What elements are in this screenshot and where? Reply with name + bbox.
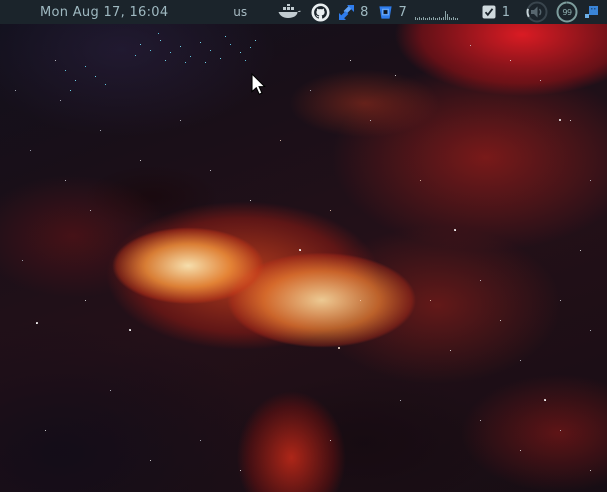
clock[interactable]: Mon Aug 17, 16:04 <box>40 5 168 20</box>
blue-squares-icon <box>585 6 598 18</box>
cpu-graph-bar <box>432 16 434 20</box>
cpu-graph-bar <box>450 17 452 20</box>
cpu-graph-bar <box>452 16 454 20</box>
volume-indicator[interactable] <box>526 1 548 23</box>
bitbucket-bucket-icon <box>379 5 393 19</box>
tasks-tray-item[interactable]: 1 <box>481 4 510 20</box>
status-bar-right-cluster: us 8 7 1 99 <box>233 1 603 23</box>
speaker-icon <box>531 6 542 18</box>
cpu-graph-bar <box>424 17 426 20</box>
desktop-wallpaper-red-nebula <box>0 0 607 492</box>
github-octocat-icon <box>311 2 330 22</box>
cpu-graph-bar <box>440 17 442 20</box>
cpu-graph-bar <box>430 17 432 20</box>
cpu-graph-bar <box>426 17 428 20</box>
top-status-bar: Mon Aug 17, 16:04 us 8 7 1 99 <box>0 0 607 24</box>
cpu-graph-bar <box>428 16 430 20</box>
cpu-graph-bar <box>422 16 424 20</box>
cpu-graph[interactable] <box>414 10 471 20</box>
cpu-graph-bar <box>456 17 458 20</box>
cpu-graph-bar <box>420 17 422 20</box>
cpu-graph-bar <box>436 17 438 20</box>
cpu-graph-bar <box>454 17 456 20</box>
bitbucket-count: 7 <box>398 4 407 20</box>
battery-percent: 99 <box>562 7 572 17</box>
github-tray-item[interactable] <box>311 2 330 22</box>
battery-indicator[interactable]: 99 <box>556 1 578 23</box>
checkbox-checked-icon <box>482 5 496 19</box>
jira-tray-item[interactable]: 8 <box>338 4 368 21</box>
keyboard-layout-indicator[interactable]: us <box>233 5 247 19</box>
docker-tray-item[interactable] <box>277 4 302 20</box>
tasks-count: 1 <box>501 4 510 20</box>
tray-app-item[interactable] <box>584 4 599 20</box>
cpu-graph-bar <box>416 17 418 20</box>
cpu-graph-bar <box>434 17 436 20</box>
jira-count: 8 <box>360 4 369 20</box>
docker-whale-icon <box>278 4 302 18</box>
bitbucket-tray-item[interactable]: 7 <box>378 4 407 20</box>
cpu-graph-bar <box>418 16 420 20</box>
mouse-cursor <box>251 72 269 101</box>
cpu-graph-bar <box>444 10 446 20</box>
cpu-graph-bar <box>442 16 444 20</box>
cpu-graph-bar <box>448 16 450 20</box>
cpu-graph-bar <box>446 13 448 20</box>
cpu-graph-bar <box>438 16 440 20</box>
jira-arrows-icon <box>339 4 355 20</box>
cpu-graph-bar <box>414 16 416 20</box>
